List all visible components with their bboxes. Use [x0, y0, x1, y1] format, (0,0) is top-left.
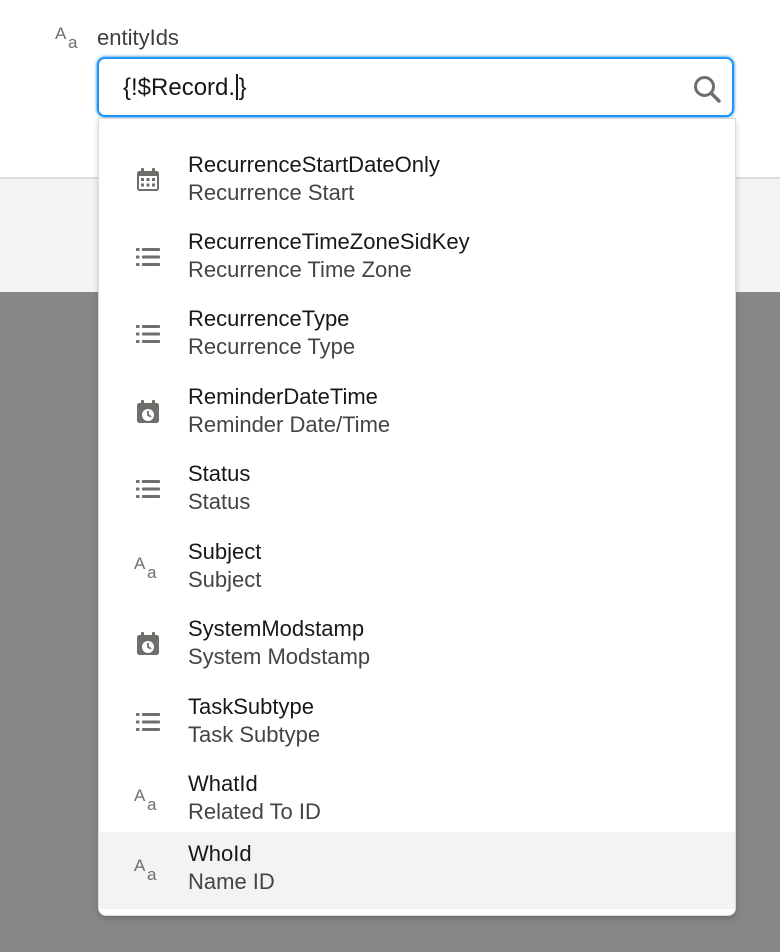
- input-value[interactable]: {!$Record.}: [123, 73, 247, 103]
- picklist-icon: [133, 319, 163, 349]
- resource-dropdown-list[interactable]: ​ RecurrenceStartDateOnlyRecurrence Star…: [98, 118, 736, 916]
- option-api-name: RecurrenceStartDateOnly: [188, 152, 440, 177]
- svg-text:A: A: [134, 554, 146, 573]
- option-label: Recurrence Type: [188, 334, 356, 359]
- dropdown-option[interactable]: Status Status: [99, 452, 735, 529]
- option-label: Recurrence Start: [188, 180, 355, 205]
- svg-text:a: a: [147, 865, 157, 884]
- text-type-icon: Aa: [133, 854, 163, 884]
- svg-text:A: A: [134, 856, 146, 875]
- text-type-icon: A a: [54, 22, 84, 52]
- option-api-name: SystemModstamp: [188, 616, 365, 641]
- option-api-name: RecurrenceType: [188, 306, 350, 331]
- option-label: Reminder Date/Time: [188, 412, 391, 437]
- picklist-icon: [133, 707, 163, 737]
- option-api-name: ReminderDateTime: [188, 384, 378, 409]
- datetime-icon: [133, 629, 163, 659]
- picklist-icon: [133, 242, 163, 272]
- text-caret: [236, 74, 238, 100]
- option-api-name: RecurrenceTimeZoneSidKey: [188, 229, 470, 254]
- option-label: Recurrence Time Zone: [188, 257, 412, 282]
- svg-text:a: a: [147, 563, 157, 582]
- dropdown-option[interactable]: TaskSubtype Task Subtype: [99, 685, 735, 762]
- option-api-name: Status: [188, 461, 251, 486]
- svg-text:a: a: [68, 33, 78, 52]
- text-type-icon: Aa: [133, 552, 163, 582]
- svg-text:A: A: [55, 24, 67, 43]
- resource-picker-input[interactable]: {!$Record.}: [97, 57, 734, 117]
- dropdown-option[interactable]: Aa WhoId Name ID: [99, 832, 735, 909]
- option-api-name: WhoId: [188, 841, 252, 866]
- svg-text:a: a: [147, 795, 157, 814]
- picklist-icon: [133, 474, 163, 504]
- text-type-icon: Aa: [133, 784, 163, 814]
- option-api-name: TaskSubtype: [188, 694, 314, 719]
- option-label: Task Subtype: [188, 722, 321, 747]
- dropdown-option[interactable]: SystemModstamp System Modstamp: [99, 607, 735, 684]
- option-label: Status: [188, 489, 251, 514]
- search-icon[interactable]: [692, 74, 722, 104]
- dropdown-option[interactable]: Aa WhatId Related To ID: [99, 762, 735, 839]
- option-label: System Modstamp: [188, 644, 371, 669]
- dropdown-option[interactable]: ReminderDateTime Reminder Date/Time: [99, 375, 735, 452]
- datetime-icon: [133, 397, 163, 427]
- calendar-icon: [133, 165, 163, 195]
- option-api-name: Subject: [188, 539, 262, 564]
- field-label: entityIds: [97, 25, 179, 50]
- option-label: Subject: [188, 567, 262, 592]
- dropdown-option[interactable]: Aa Subject Subject: [99, 530, 735, 607]
- svg-text:A: A: [134, 786, 146, 805]
- dropdown-option[interactable]: RecurrenceTimeZoneSidKey Recurrence Time …: [99, 220, 735, 297]
- option-api-name: WhatId: [188, 771, 258, 796]
- dropdown-option[interactable]: RecurrenceStartDateOnly Recurrence Start: [99, 143, 735, 220]
- option-label: Name ID: [188, 869, 275, 894]
- option-label: Related To ID: [188, 799, 321, 824]
- dropdown-option[interactable]: RecurrenceType Recurrence Type: [99, 297, 735, 374]
